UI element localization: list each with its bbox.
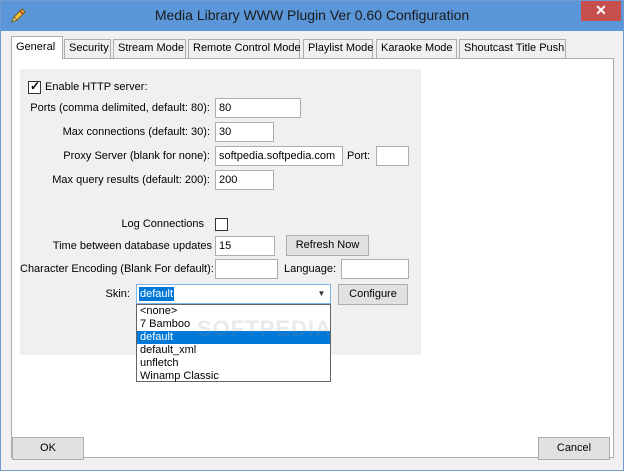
tab-shoutcast-title-push[interactable]: Shoutcast Title Push <box>459 39 566 58</box>
log-connections-label: Log Connections <box>121 218 204 230</box>
skin-label: Skin: <box>105 288 130 300</box>
dialog-client: General Security Stream Mode Remote Cont… <box>8 31 616 465</box>
tab-stream-mode[interactable]: Stream Mode <box>113 39 186 58</box>
chevron-down-icon[interactable]: ▼ <box>313 285 330 303</box>
db-updates-input[interactable]: 15 <box>215 236 275 256</box>
port-label: Port: <box>347 150 371 162</box>
tab-playlist-mode[interactable]: Playlist Mode <box>303 39 373 58</box>
encoding-label: Character Encoding (Blank For default): <box>20 263 214 275</box>
port-input[interactable] <box>376 146 409 166</box>
title-bar[interactable]: Media Library WWW Plugin Ver 0.60 Config… <box>1 1 623 31</box>
proxy-server-input[interactable]: softpedia.softpedia.com <box>215 146 343 166</box>
watermark: SOFTPEDIA <box>197 316 332 341</box>
encoding-input[interactable] <box>215 259 278 279</box>
skin-selected-value: default <box>139 287 175 301</box>
language-label: Language: <box>284 263 336 275</box>
log-connections-checkbox[interactable] <box>215 218 228 231</box>
general-settings-group: Enable HTTP server: Ports (comma delimit… <box>20 69 421 382</box>
general-tab-panel: Enable HTTP server: Ports (comma delimit… <box>11 58 614 458</box>
tab-remote-control-mode[interactable]: Remote Control Mode <box>188 39 301 58</box>
enable-http-label: Enable HTTP server: <box>45 81 148 93</box>
language-input[interactable] <box>341 259 409 279</box>
skin-option-unfletch[interactable]: unfletch <box>137 357 330 370</box>
enable-http-checkbox[interactable] <box>28 79 41 94</box>
ports-label: Ports (comma delimited, default: 80): <box>30 102 210 114</box>
skin-select[interactable]: default ▼ <box>136 284 331 304</box>
skin-option-default-xml[interactable]: default_xml <box>137 344 330 357</box>
refresh-now-button[interactable]: Refresh Now <box>286 235 369 256</box>
cancel-button[interactable]: Cancel <box>538 437 610 460</box>
tab-karaoke-mode[interactable]: Karaoke Mode <box>376 39 457 58</box>
max-query-results-input[interactable]: 200 <box>215 170 274 190</box>
window-title: Media Library WWW Plugin Ver 0.60 Config… <box>154 7 470 23</box>
config-window: Media Library WWW Plugin Ver 0.60 Config… <box>0 0 624 471</box>
max-connections-input[interactable]: 30 <box>215 122 274 142</box>
close-icon: ✕ <box>595 2 607 18</box>
max-connections-label: Max connections (default: 30): <box>62 126 210 138</box>
ok-button[interactable]: OK <box>12 437 84 460</box>
ports-input[interactable]: 80 <box>215 98 301 118</box>
proxy-server-label: Proxy Server (blank for none): <box>63 150 210 162</box>
db-updates-label: Time between database updates <box>52 240 212 252</box>
tab-general[interactable]: General <box>11 36 63 59</box>
tab-security[interactable]: Security <box>64 39 111 58</box>
skin-option-winamp-classic[interactable]: Winamp Classic <box>137 370 330 383</box>
configure-button[interactable]: Configure <box>338 284 408 305</box>
max-query-results-label: Max query results (default: 200): <box>52 174 210 186</box>
close-button[interactable]: ✕ <box>581 1 621 21</box>
